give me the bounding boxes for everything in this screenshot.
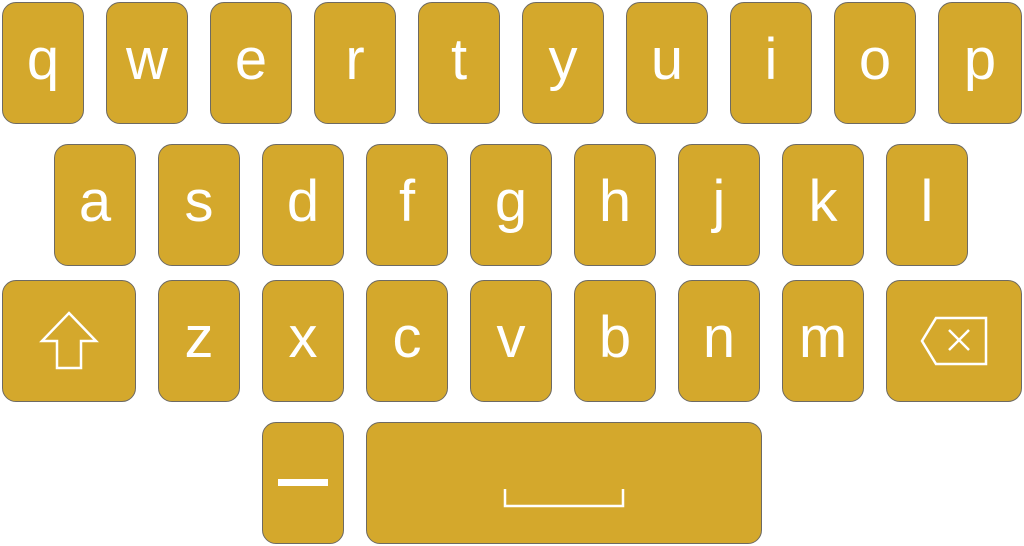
key-o[interactable]: o (834, 2, 916, 124)
key-label: n (702, 305, 736, 370)
key-label: s (184, 169, 214, 234)
key-t[interactable]: t (418, 2, 500, 124)
key-label: j (712, 169, 726, 234)
key-label: z (184, 305, 214, 370)
key-q[interactable]: q (2, 2, 84, 124)
key-u[interactable]: u (626, 2, 708, 124)
key-label: o (858, 27, 892, 92)
key-label: p (963, 27, 997, 92)
key-label: x (288, 305, 318, 370)
key-x[interactable]: x (262, 280, 344, 402)
key-d[interactable]: d (262, 144, 344, 266)
key-label: i (764, 27, 778, 92)
key-label: d (286, 169, 320, 234)
key-label: c (392, 305, 422, 370)
key-s[interactable]: s (158, 144, 240, 266)
key-m[interactable]: m (782, 280, 864, 402)
shift-arrow-up-icon (39, 310, 99, 372)
key-label: t (450, 27, 468, 92)
dash-icon (277, 477, 329, 489)
key-f[interactable]: f (366, 144, 448, 266)
key-label: e (234, 27, 268, 92)
backspace-key[interactable] (886, 280, 1022, 402)
key-g[interactable]: g (470, 144, 552, 266)
key-i[interactable]: i (730, 2, 812, 124)
space-bar-icon (503, 487, 625, 509)
key-p[interactable]: p (938, 2, 1022, 124)
key-label: g (494, 169, 528, 234)
key-r[interactable]: r (314, 2, 396, 124)
shift-key[interactable] (2, 280, 136, 402)
key-label: u (650, 27, 684, 92)
key-l[interactable]: l (886, 144, 968, 266)
key-label: l (920, 169, 934, 234)
backspace-icon (920, 316, 988, 366)
key-label: k (808, 169, 838, 234)
key-a[interactable]: a (54, 144, 136, 266)
key-k[interactable]: k (782, 144, 864, 266)
key-label: v (496, 305, 526, 370)
key-label: r (345, 27, 365, 92)
key-label: a (78, 169, 112, 234)
key-label: y (548, 27, 578, 92)
key-label: b (598, 305, 632, 370)
key-h[interactable]: h (574, 144, 656, 266)
key-label: m (798, 305, 848, 370)
key-label: q (26, 27, 60, 92)
key-label: h (598, 169, 632, 234)
key-j[interactable]: j (678, 144, 760, 266)
key-v[interactable]: v (470, 280, 552, 402)
space-key[interactable] (366, 422, 762, 544)
key-z[interactable]: z (158, 280, 240, 402)
key-label: f (398, 169, 416, 234)
dash-key[interactable] (262, 422, 344, 544)
key-e[interactable]: e (210, 2, 292, 124)
key-n[interactable]: n (678, 280, 760, 402)
key-label: w (126, 27, 168, 92)
key-y[interactable]: y (522, 2, 604, 124)
keyboard: q w e r t y u i o p a s d f g h j k l z … (0, 0, 1024, 546)
key-w[interactable]: w (106, 2, 188, 124)
key-c[interactable]: c (366, 280, 448, 402)
key-b[interactable]: b (574, 280, 656, 402)
